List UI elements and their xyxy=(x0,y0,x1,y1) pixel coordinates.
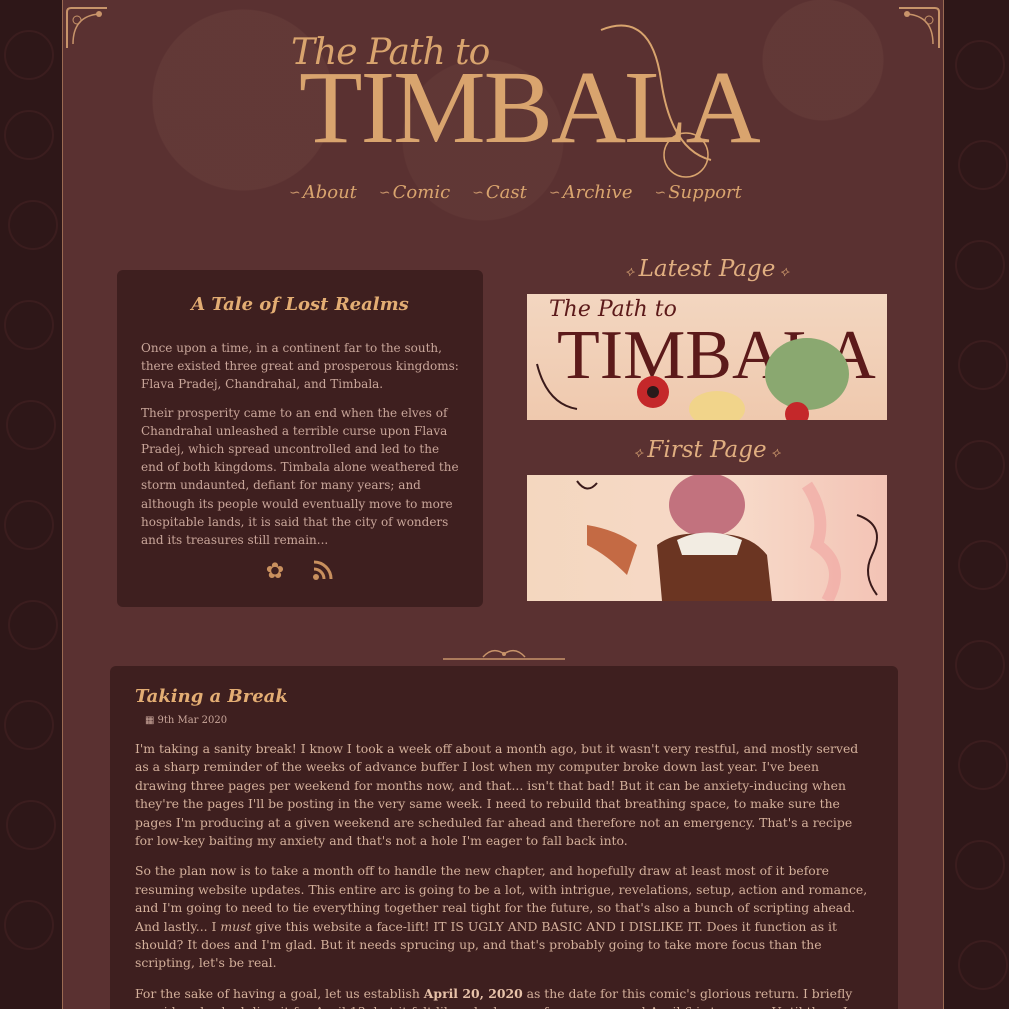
latest-page-title: Latest Page xyxy=(638,256,776,282)
first-page-thumbnail[interactable] xyxy=(527,475,887,601)
nav-archive[interactable]: ∽ Archive xyxy=(549,182,633,203)
news-paragraph: So the plan now is to take a month off t… xyxy=(135,863,868,971)
news-date: ▦ 9th Mar 2020 xyxy=(145,715,873,726)
swirl-icon: ∽ xyxy=(378,184,391,201)
nav-label: About xyxy=(302,182,357,203)
news-paragraph: I'm taking a sanity break! I know I took… xyxy=(135,741,859,849)
nav-about[interactable]: ∽ About xyxy=(289,182,357,203)
logo-flourish-icon xyxy=(600,24,712,178)
main-nav: ∽ About ∽ Comic ∽ Cast ∽ Archive ∽ Support xyxy=(289,182,742,203)
intro-paragraph: Their prosperity came to an end when the… xyxy=(141,405,459,548)
news-title[interactable]: Taking a Break xyxy=(135,686,873,707)
flower-icon[interactable]: ✿ xyxy=(266,559,284,587)
news-paragraph: For the sake of having a goal, let us es… xyxy=(135,985,853,1009)
latest-page-thumbnail[interactable]: The Path to TIMBALA xyxy=(527,294,887,420)
swirl-icon: ∽ xyxy=(289,184,301,201)
intro-icons: ✿ xyxy=(141,559,459,587)
news-date-text: 9th Mar 2020 xyxy=(157,715,228,726)
calendar-icon: ▦ xyxy=(145,715,155,726)
diamond-ornament-icon: ⟡ xyxy=(624,264,639,280)
news-post: Taking a Break ▦ 9th Mar 2020 I'm taking … xyxy=(110,666,898,1009)
first-page-heading: ⟡ First Page ⟡ xyxy=(527,437,887,463)
corner-ornament-left-icon xyxy=(66,7,107,48)
nav-comic[interactable]: ∽ Comic xyxy=(379,182,450,203)
swirl-icon: ∽ xyxy=(472,184,484,201)
diamond-ornament-icon: ⟡ xyxy=(633,445,648,461)
first-page-art xyxy=(576,475,878,601)
corner-ornament-right-icon xyxy=(899,7,940,48)
latest-page-art: The Path to TIMBALA xyxy=(536,297,876,420)
first-page-title: First Page xyxy=(647,437,767,463)
intro-paragraph: Once upon a time, in a continent far to … xyxy=(141,341,459,392)
latest-page-heading: ⟡ Latest Page ⟡ xyxy=(527,256,887,282)
divider-ornament-icon xyxy=(443,649,565,660)
rss-icon[interactable] xyxy=(312,559,334,587)
diamond-ornament-icon: ⟡ xyxy=(775,264,790,280)
nav-cast[interactable]: ∽ Cast xyxy=(472,182,527,203)
diamond-ornament-icon: ⟡ xyxy=(766,445,781,461)
nav-label: Archive xyxy=(562,182,633,203)
site-logo[interactable]: The Path to TIMBALA xyxy=(291,20,761,180)
intro-card: A Tale of Lost Realms Once upon a time, … xyxy=(117,270,483,607)
intro-title: A Tale of Lost Realms xyxy=(191,294,409,315)
swirl-icon: ∽ xyxy=(654,184,667,201)
nav-label: Comic xyxy=(392,182,451,203)
nav-support[interactable]: ∽ Support xyxy=(654,182,741,203)
page-container: The Path to TIMBALA ∽ About ∽ Comic ∽ Cast … xyxy=(62,0,944,1009)
nav-label: Cast xyxy=(485,182,527,203)
nav-label: Support xyxy=(668,182,742,203)
swirl-icon: ∽ xyxy=(548,184,561,201)
